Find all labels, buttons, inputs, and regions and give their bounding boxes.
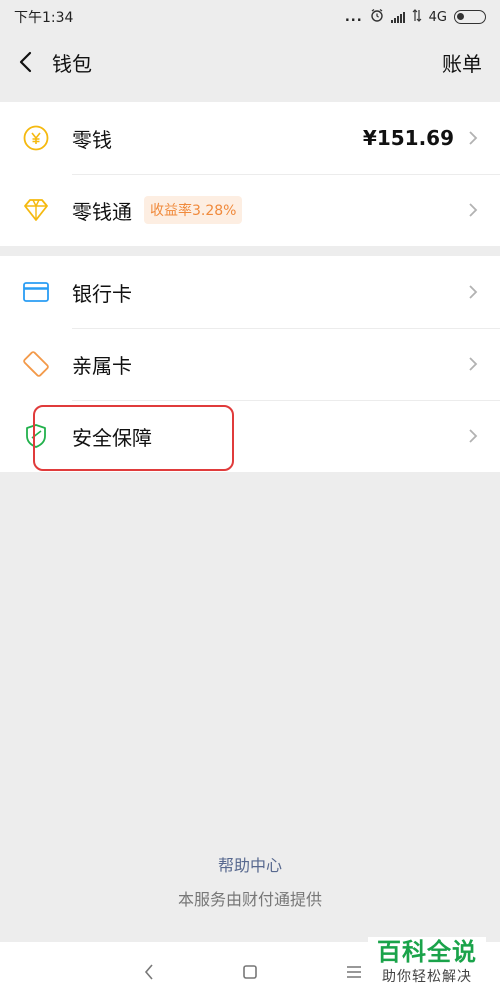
page-title: 钱包 xyxy=(52,51,92,76)
change-label: 零钱 xyxy=(72,127,112,152)
watermark-main: 百科全说 xyxy=(377,938,477,966)
provider-text: 本服务由财付通提供 xyxy=(177,890,322,909)
chevron-right-icon xyxy=(468,200,480,220)
security-row[interactable]: 安全保障 xyxy=(0,400,500,472)
status-bar: 下午1:34 ... 4G xyxy=(0,0,500,34)
chevron-right-icon xyxy=(468,282,480,302)
system-menu-icon[interactable] xyxy=(342,960,366,984)
data-transfer-icon xyxy=(412,8,422,26)
system-home-icon[interactable] xyxy=(238,960,262,984)
bank-card-row[interactable]: 银行卡 xyxy=(0,256,500,328)
chevron-right-icon xyxy=(468,354,480,374)
bank-card-icon xyxy=(22,278,50,306)
more-dots-icon: ... xyxy=(344,9,363,25)
status-icons: ... 4G xyxy=(345,8,486,26)
watermark-sub: 助你轻松解决 xyxy=(382,969,472,985)
navigation-bar: 钱包 账单 xyxy=(0,34,500,90)
yield-rate-badge: 收益率3.28% xyxy=(144,196,243,224)
bill-button[interactable]: 账单 xyxy=(442,48,482,77)
change-row[interactable]: 零钱 ¥151.69 xyxy=(0,102,500,174)
system-back-icon[interactable] xyxy=(137,960,161,984)
chevron-right-icon xyxy=(468,426,480,446)
family-card-icon xyxy=(22,350,50,378)
bank-card-label: 银行卡 xyxy=(72,281,132,306)
shield-icon xyxy=(22,422,50,450)
diamond-icon xyxy=(22,196,50,224)
wallet-balance-group: 零钱 ¥151.69 零钱通 收益率3.28% xyxy=(0,102,500,246)
change-balance: ¥151.69 xyxy=(362,126,454,150)
status-time: 下午1:34 xyxy=(14,10,74,26)
family-card-label: 亲属卡 xyxy=(72,353,132,378)
help-center-link[interactable]: 帮助中心 xyxy=(0,852,500,876)
chevron-right-icon xyxy=(468,128,480,148)
signal-icon xyxy=(390,11,405,23)
yuan-coin-icon xyxy=(22,124,50,152)
security-label: 安全保障 xyxy=(72,425,152,450)
network-type: 4G xyxy=(428,9,447,25)
back-arrow-icon[interactable] xyxy=(18,47,42,77)
battery-icon xyxy=(454,10,486,24)
family-card-row[interactable]: 亲属卡 xyxy=(0,328,500,400)
wallet-services-group: 银行卡 亲属卡 安全保障 xyxy=(0,256,500,472)
watermark-logo: 百科全说 助你轻松解决 xyxy=(368,937,486,997)
change-plus-row[interactable]: 零钱通 收益率3.28% xyxy=(0,174,500,246)
alarm-icon xyxy=(370,8,384,26)
change-plus-label: 零钱通 xyxy=(72,199,132,224)
